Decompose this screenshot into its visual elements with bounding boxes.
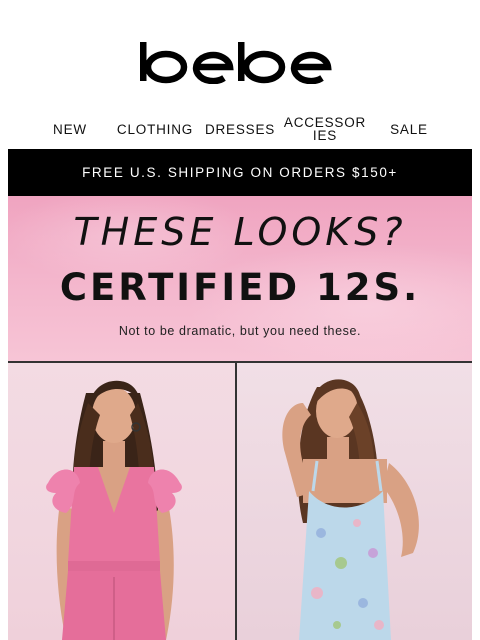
product-tile-floral-dress[interactable] bbox=[237, 363, 472, 640]
brand-logo[interactable]: bebe bbox=[0, 30, 480, 94]
nav-item-clothing[interactable]: CLOTHING bbox=[115, 114, 195, 144]
nav-item-sale[interactable]: SALE bbox=[386, 114, 432, 144]
free-shipping-banner[interactable]: FREE U.S. SHIPPING ON ORDERS $150+ bbox=[8, 149, 472, 196]
nav-item-accessories[interactable]: ACCESSORIES bbox=[283, 114, 367, 144]
shipping-text: FREE U.S. SHIPPING ON ORDERS $150+ bbox=[82, 165, 398, 180]
nav-item-dresses[interactable]: DRESSES bbox=[204, 114, 276, 144]
product-tile-pink-jumpsuit[interactable] bbox=[8, 363, 235, 640]
hero-headline-line1: THESE LOOKS? bbox=[73, 210, 407, 254]
model-floral-dress-image bbox=[282, 379, 419, 640]
hero-banner[interactable]: THESE LOOKS? CERTIFIED 12S. Not to be dr… bbox=[8, 196, 472, 362]
bebe-logo-icon bbox=[140, 42, 332, 84]
nav-item-new[interactable]: NEW bbox=[48, 114, 92, 144]
model-pink-outfit-image bbox=[46, 380, 182, 640]
hero-subtext: Not to be dramatic, but you need these. bbox=[118, 324, 362, 338]
hero-headline-line2: CERTIFIED 12S. bbox=[59, 266, 421, 309]
main-nav: NEW CLOTHING DRESSES ACCESSORIES SALE bbox=[0, 114, 480, 144]
